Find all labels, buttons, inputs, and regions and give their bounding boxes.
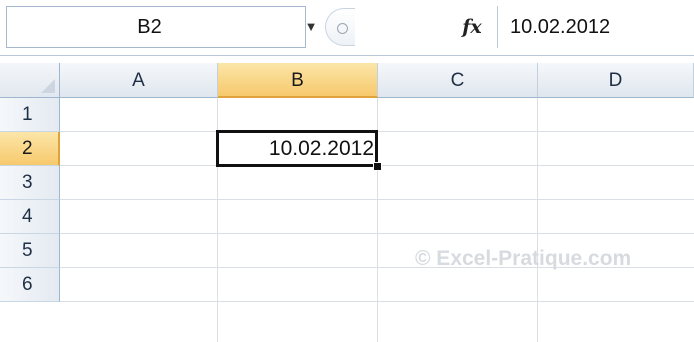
splitter-dot-icon [337,23,348,34]
chevron-down-icon[interactable]: ▼ [303,12,319,42]
column-header-c[interactable]: C [378,63,538,98]
select-all-button[interactable] [0,63,60,98]
fx-label: fx [462,16,482,38]
formula-bar-splitter[interactable] [325,8,355,46]
name-box-value: B2 [137,16,162,38]
column-header-a[interactable]: A [60,63,218,98]
gridline [537,98,538,342]
gridline [60,233,694,234]
column-header-d[interactable]: D [538,63,694,98]
row-header-5[interactable]: 5 [0,234,60,268]
formula-bar: B2 ▼ fx 10.02.2012 [0,0,694,56]
watermark: © Excel-Pratique.com [415,247,632,270]
gridline [60,199,694,200]
row-header-3[interactable]: 3 [0,166,60,200]
column-header-b[interactable]: B [218,63,378,98]
row-header-2[interactable]: 2 [0,132,60,166]
formula-input[interactable]: 10.02.2012 [510,6,690,48]
row-header-6[interactable]: 6 [0,268,60,302]
formula-bar-divider [497,6,498,48]
gridline [60,301,694,302]
row-header-1[interactable]: 1 [0,98,60,132]
active-cell-border [216,130,378,167]
insert-function-icon[interactable]: fx [452,6,492,48]
name-box[interactable]: B2 [6,6,306,48]
select-all-icon [41,79,55,93]
row-header-4[interactable]: 4 [0,200,60,234]
spreadsheet-grid[interactable]: A B C D 1 2 3 4 5 6 10.02.2012 [0,63,694,342]
fill-handle[interactable] [373,162,382,171]
